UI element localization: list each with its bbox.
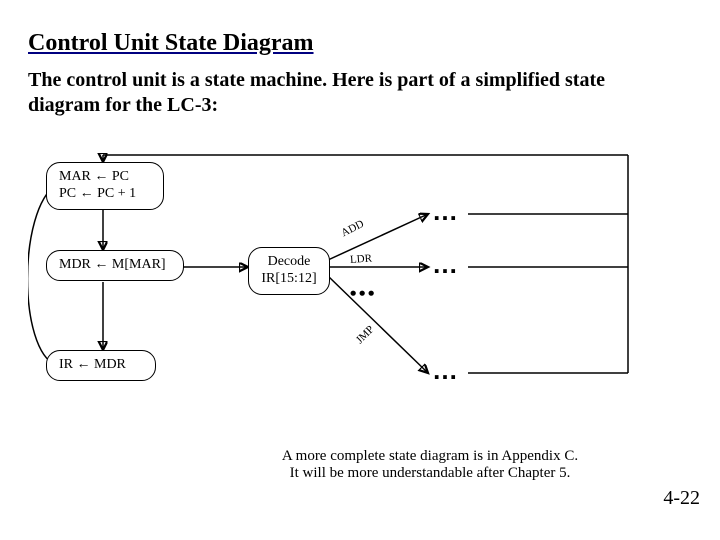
state-node-fetch-pc-line1: MAR ← PC [59,169,151,186]
state-node-decode-line2: IR[15:12] [261,271,317,288]
edge-label-ldr: LDR [350,252,373,266]
ellipsis-jmp: … [432,357,460,383]
state-node-mem-read: MDR ← M[MAR] [46,250,184,281]
state-node-fetch-pc-line2: PC ← PC + 1 [59,186,151,203]
state-node-decode: Decode IR[15:12] [248,247,330,295]
slide-caption-line2: It will be more understandable after Cha… [240,465,620,482]
state-node-ir-load: IR ← MDR [46,350,156,381]
state-node-mem-read-text: MDR ← M[MAR] [59,257,166,272]
slide-body-text: The control unit is a state machine. Her… [28,68,628,118]
ellipsis-vertical: ••• [348,290,375,296]
state-node-fetch-pc: MAR ← PC PC ← PC + 1 [46,162,164,210]
slide-caption-line1: A more complete state diagram is in Appe… [240,448,620,465]
ellipsis-add: … [432,198,460,224]
slide-title: Control Unit State Diagram [28,30,314,57]
state-node-ir-load-text: IR ← MDR [59,357,126,372]
page-number: 4-22 [663,487,700,510]
state-diagram: MAR ← PC PC ← PC + 1 MDR ← M[MAR] IR ← M… [28,150,668,440]
slide-caption: A more complete state diagram is in Appe… [240,448,620,482]
ellipsis-ldr: … [432,251,460,277]
state-node-decode-line1: Decode [261,254,317,271]
